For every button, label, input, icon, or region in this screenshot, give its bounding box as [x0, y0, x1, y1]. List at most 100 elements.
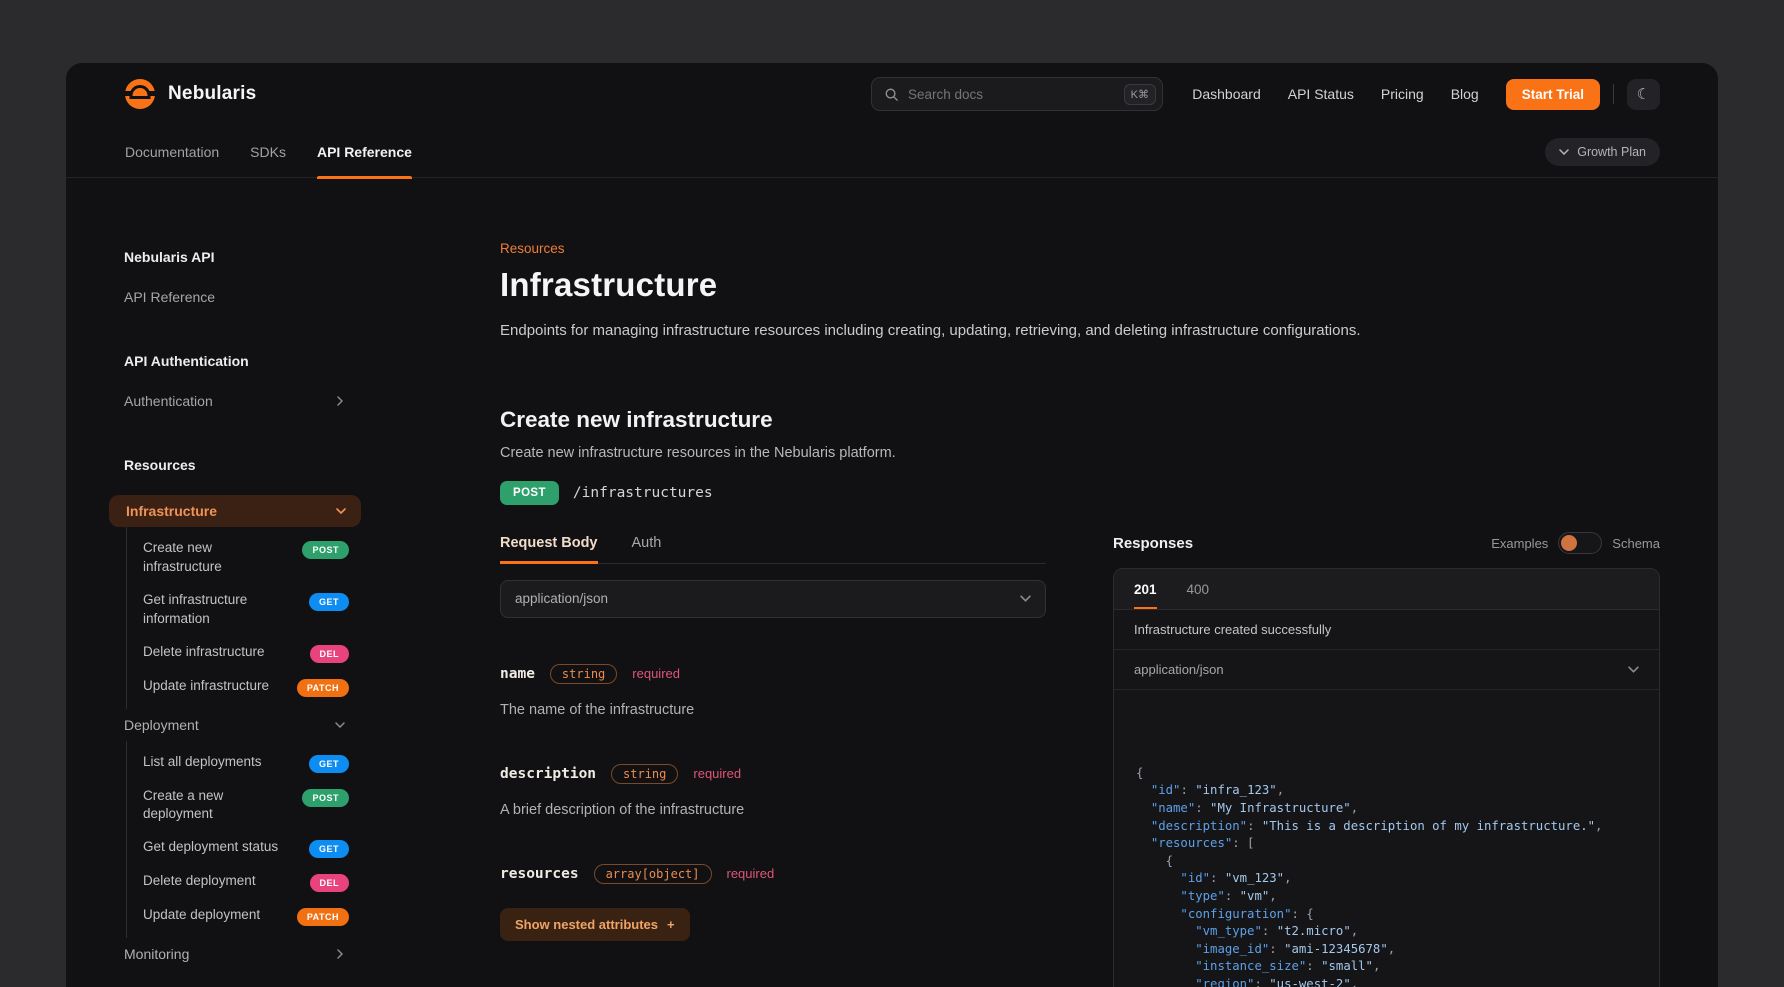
- breadcrumb: Resources: [500, 241, 1660, 256]
- start-trial-button[interactable]: Start Trial: [1506, 79, 1600, 110]
- param-name: resources: [500, 866, 579, 882]
- page-body: Nebularis API API Reference API Authenti…: [66, 179, 1718, 987]
- endpoint-label: Get deployment status: [143, 838, 278, 857]
- sidebar-endpoint-row[interactable]: Delete deployment DEL: [143, 865, 349, 899]
- examples-label: Examples: [1491, 536, 1548, 551]
- sidebar-item-monitoring[interactable]: Monitoring: [109, 938, 361, 970]
- method-badge: GET: [309, 840, 349, 858]
- nav-link[interactable]: Blog: [1451, 86, 1479, 102]
- sidebar-endpoint-row[interactable]: Create a new deployment POST: [143, 780, 349, 832]
- responses-section: Responses Examples Schema 201 400 Infras…: [1113, 532, 1660, 987]
- moon-icon: ☾: [1637, 85, 1650, 103]
- page-title: Infrastructure: [500, 266, 1660, 304]
- response-content-type-select[interactable]: application/json: [1114, 650, 1659, 690]
- operation-title: Create new infrastructure: [500, 407, 1660, 433]
- param-required-badge: required: [727, 866, 775, 881]
- request-tabs: Request Body Auth: [500, 535, 1046, 564]
- chevron-right-icon: [337, 396, 343, 406]
- endpoint-label: Get infrastructure information: [143, 591, 293, 629]
- nav-link[interactable]: Pricing: [1381, 86, 1424, 102]
- code-line: "name": "My Infrastructure",: [1136, 800, 1637, 818]
- endpoint-path: /infrastructures: [573, 485, 713, 501]
- plus-icon: +: [667, 917, 675, 932]
- sidebar-item-deployment[interactable]: Deployment: [109, 709, 361, 741]
- sidebar-endpoint-row[interactable]: Get deployment status GET: [143, 831, 349, 865]
- endpoint-label: List all deployments: [143, 753, 262, 772]
- endpoint-label: Update infrastructure: [143, 677, 269, 696]
- nav-link[interactable]: API Status: [1288, 86, 1354, 102]
- toggle-knob: [1561, 535, 1577, 551]
- sidebar-item-label: API Reference: [124, 289, 215, 305]
- chevron-down-icon: [336, 508, 346, 514]
- endpoint-label: Create a new deployment: [143, 787, 293, 825]
- chevron-down-icon: [1559, 149, 1569, 155]
- show-nested-attributes-button[interactable]: Show nested attributes +: [500, 908, 690, 941]
- code-line: "id": "vm_123",: [1136, 870, 1637, 888]
- search-shortcut-badge: K⌘: [1124, 84, 1156, 105]
- sidebar-endpoint-row[interactable]: Delete infrastructure DEL: [143, 636, 349, 670]
- code-line: "vm_type": "t2.micro",: [1136, 923, 1637, 941]
- code-line: "configuration": {: [1136, 906, 1637, 924]
- sidebar: Nebularis API API Reference API Authenti…: [109, 249, 361, 987]
- navbar-main-row: Nebularis K⌘ DashboardAPI StatusPricingB…: [66, 63, 1718, 125]
- sidebar-endpoint-row[interactable]: Get infrastructure information GET: [143, 584, 349, 636]
- sidebar-item-api-reference[interactable]: API Reference: [109, 289, 361, 305]
- code-line: "instance_size": "small",: [1136, 958, 1637, 976]
- chevron-down-icon: [1020, 595, 1031, 602]
- plan-selector[interactable]: Growth Plan: [1545, 138, 1660, 166]
- navbar-tabs-row: Documentation SDKs API Reference Growth …: [66, 125, 1718, 178]
- sidebar-endpoint-row[interactable]: Update deployment PATCH: [143, 899, 349, 933]
- endpoint-label: Create new infrastructure: [143, 539, 293, 577]
- status-tab-201[interactable]: 201: [1134, 569, 1157, 609]
- tab-request-body[interactable]: Request Body: [500, 535, 598, 563]
- param-type-badge: array[object]: [594, 864, 712, 884]
- code-line: "description": "This is a description of…: [1136, 818, 1637, 836]
- code-line: "id": "infra_123",: [1136, 782, 1637, 800]
- code-line: "region": "us-west-2",: [1136, 976, 1637, 987]
- status-tab-400[interactable]: 400: [1187, 569, 1210, 609]
- code-line: {: [1136, 765, 1637, 783]
- dark-mode-toggle[interactable]: ☾: [1627, 79, 1660, 110]
- nav-link[interactable]: Dashboard: [1192, 86, 1261, 102]
- responses-header: Responses Examples Schema: [1113, 532, 1660, 554]
- sidebar-item-authentication[interactable]: Authentication: [109, 393, 361, 409]
- method-badge: POST: [302, 541, 349, 559]
- method-badge: POST: [500, 481, 559, 505]
- examples-schema-toggle[interactable]: [1558, 532, 1602, 554]
- chevron-right-icon: [337, 949, 343, 959]
- sidebar-endpoint-row[interactable]: List all deployments GET: [143, 746, 349, 780]
- search-icon: [884, 87, 899, 102]
- infrastructure-endpoints: Create new infrastructure POST Get infra…: [126, 527, 361, 709]
- response-panel: 201 400 Infrastructure created successfu…: [1113, 568, 1660, 987]
- tab-sdks[interactable]: SDKs: [250, 125, 286, 178]
- sidebar-item-infrastructure[interactable]: Infrastructure: [109, 495, 361, 527]
- method-badge: PATCH: [297, 679, 349, 697]
- code-line: "image_id": "ami-12345678",: [1136, 941, 1637, 959]
- method-badge: PATCH: [297, 908, 349, 926]
- tab-auth[interactable]: Auth: [632, 535, 662, 563]
- examples-schema-toggle-group: Examples Schema: [1491, 532, 1660, 554]
- status-code-tabs: 201 400: [1114, 569, 1659, 610]
- param-required-badge: required: [632, 666, 680, 681]
- sidebar-item-label: Monitoring: [124, 946, 189, 962]
- navbar-divider: [1613, 84, 1614, 104]
- sidebar-item-label: Deployment: [124, 717, 199, 733]
- tab-documentation[interactable]: Documentation: [125, 125, 219, 178]
- code-line: "resources": [: [1136, 835, 1637, 853]
- search-input[interactable]: [908, 87, 1124, 102]
- chevron-down-icon: [335, 722, 345, 728]
- sidebar-heading-resources: Resources: [109, 457, 361, 473]
- chevron-down-icon: [1628, 666, 1639, 673]
- endpoint-signature: POST /infrastructures: [500, 481, 1660, 505]
- tab-api-reference[interactable]: API Reference: [317, 125, 412, 178]
- response-content-type-value: application/json: [1134, 662, 1224, 677]
- response-description: Infrastructure created successfully: [1114, 610, 1659, 650]
- sidebar-endpoint-row[interactable]: Create new infrastructure POST: [143, 532, 349, 584]
- nebularis-logo-icon[interactable]: [125, 79, 155, 109]
- operation-description: Create new infrastructure resources in t…: [500, 445, 1660, 461]
- content-type-select[interactable]: application/json: [500, 580, 1046, 618]
- endpoint-label: Delete deployment: [143, 872, 256, 891]
- search-box[interactable]: K⌘: [871, 77, 1163, 111]
- sidebar-endpoint-row[interactable]: Update infrastructure PATCH: [143, 670, 349, 704]
- method-badge: POST: [302, 789, 349, 807]
